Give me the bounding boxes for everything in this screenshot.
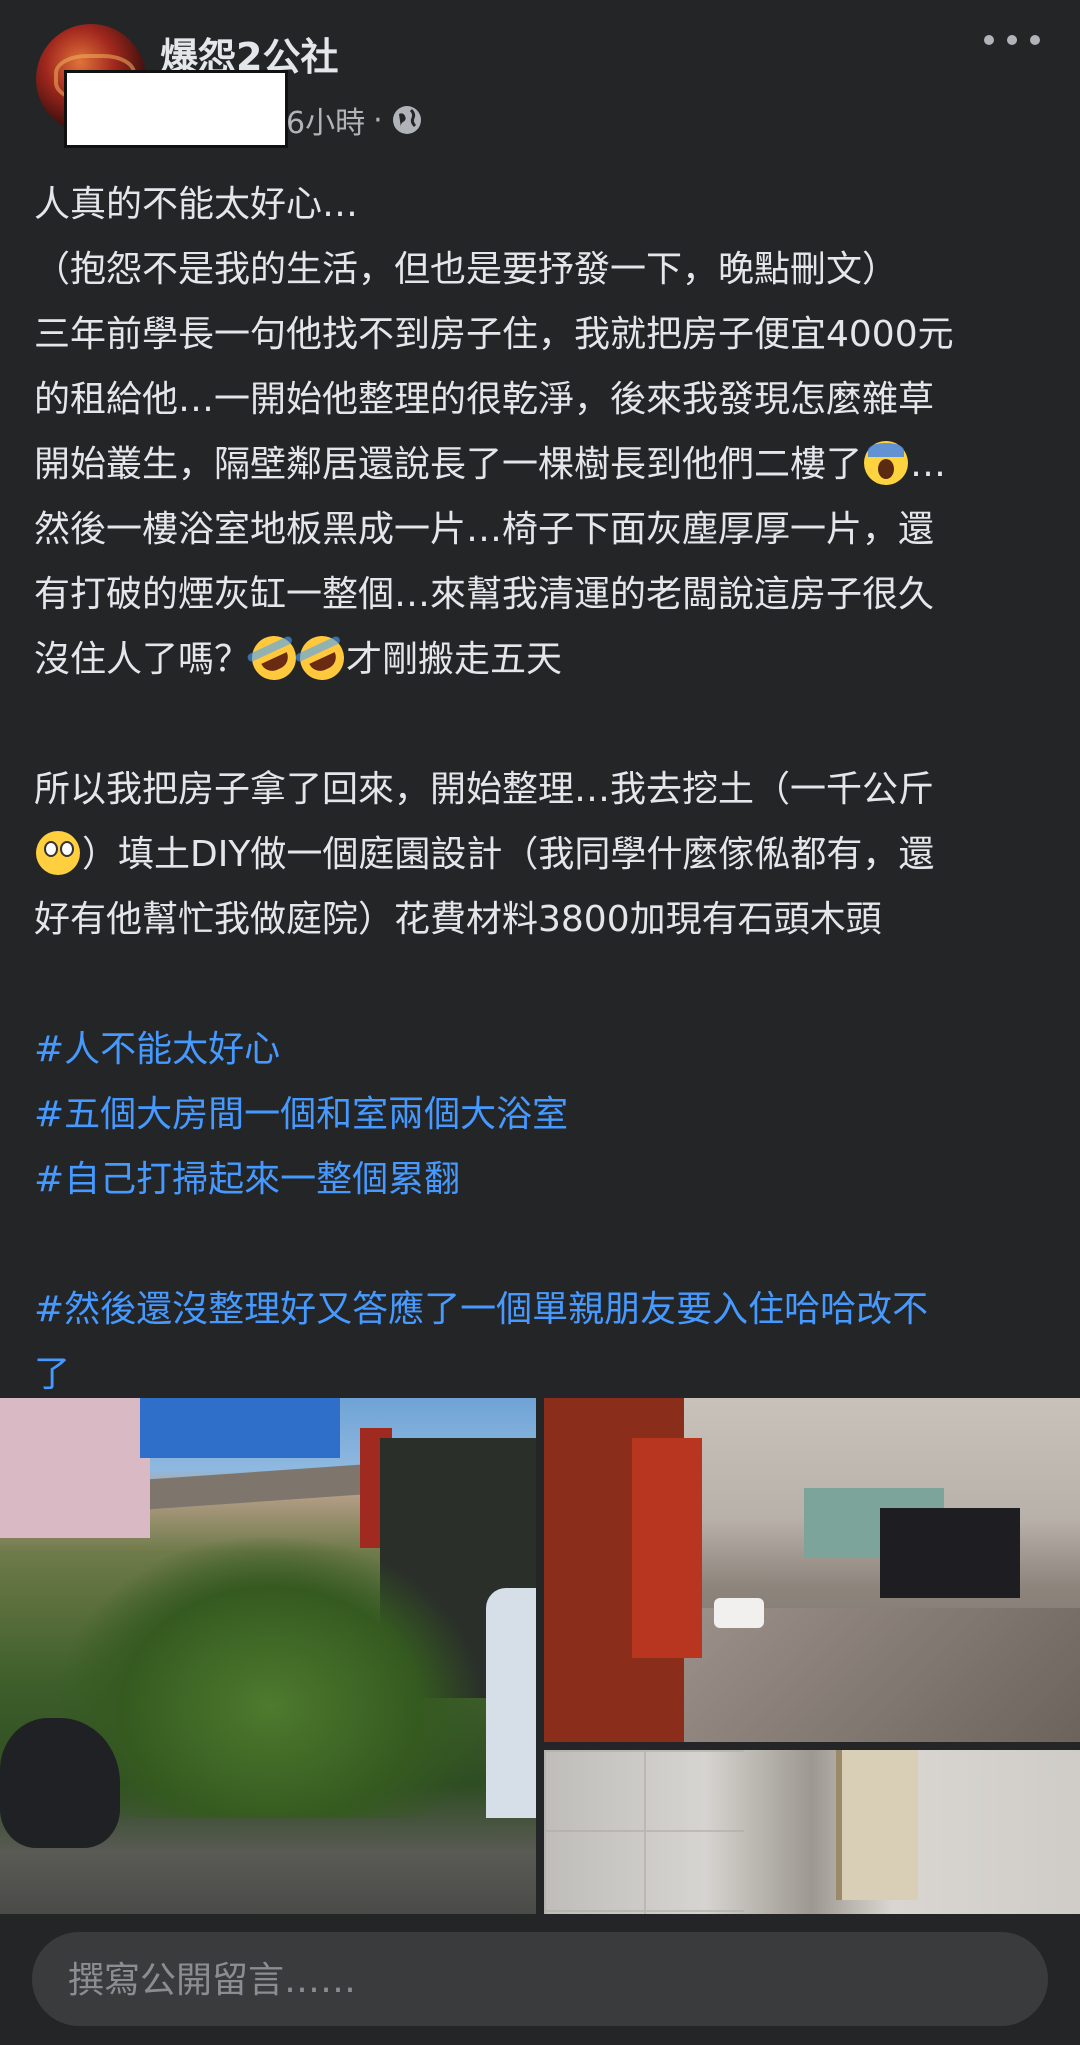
meta-separator: · <box>373 102 383 138</box>
dot <box>1007 35 1017 45</box>
body-line: 人真的不能太好心… <box>34 184 359 225</box>
body-text: … <box>910 444 947 485</box>
globe-icon <box>391 104 423 136</box>
dot <box>984 35 994 45</box>
post-time[interactable]: 6小時 <box>286 98 365 142</box>
hashtag-link[interactable]: #人不能太好心 <box>34 1017 1054 1082</box>
body-text: 才剛搬走五天 <box>346 639 563 680</box>
body-line: 所以我把房子拿了回來，開始整理…我去挖土（一千公斤 <box>34 769 935 810</box>
post-header: 爆怨2公社 6小時 · <box>0 0 1080 160</box>
photo-overgrown-yard[interactable] <box>0 1398 536 1914</box>
body-line: 的租給他…一開始他整理的很乾淨，後來我發現怎麼雜草 <box>34 379 935 420</box>
body-line: 三年前學長一句他找不到房子住，我就把房子便宜4000元 <box>34 314 954 355</box>
scream-emoji-icon <box>864 441 909 485</box>
comment-bar <box>32 1932 1048 2028</box>
body-text: 沒住人了嗎？ <box>34 639 251 680</box>
body-text: 開始叢生，隔壁鄰居還說長了一棵樹長到他們二樓了 <box>34 444 863 485</box>
rofl-emoji-icon <box>244 628 304 688</box>
hashtag-link[interactable]: #五個大房間一個和室兩個大浴室 <box>34 1082 1054 1147</box>
post-meta: 6小時 · <box>286 98 423 142</box>
comment-input[interactable] <box>66 1932 1010 2028</box>
body-line: 然後一樓浴室地板黑成一片…椅子下面灰塵厚厚一片，還 <box>34 509 935 550</box>
body-line: 好有他幫忙我做庭院）花費材料3800加現有石頭木頭 <box>34 899 882 940</box>
body-line: 開始叢生，隔壁鄰居還說長了一棵樹長到他們二樓了 … <box>34 432 1054 497</box>
body-line: 沒住人了嗎？ 才剛搬走五天 <box>34 627 1054 692</box>
body-line: ）填土DIY做一個庭園設計（我同學什麼傢俬都有，還 <box>34 822 1054 887</box>
more-options-icon[interactable] <box>984 20 1040 60</box>
body-text: ）填土DIY做一個庭園設計（我同學什麼傢俬都有，還 <box>82 834 935 875</box>
body-line: （抱怨不是我的生活，但也是要抒發一下，晚點刪文） <box>34 249 899 290</box>
dot <box>1030 35 1040 45</box>
redacted-author-name <box>64 70 288 148</box>
post-body: 人真的不能太好心… （抱怨不是我的生活，但也是要抒發一下，晚點刪文） 三年前學長… <box>34 172 1054 1407</box>
photo-living-room[interactable] <box>544 1398 1080 1742</box>
hashtag-link[interactable]: #然後還沒整理好又答應了一個單親朋友要入住哈哈改不 <box>34 1277 1054 1342</box>
hashtag-link[interactable]: #自己打掃起來一整個累翻 <box>34 1147 1054 1212</box>
rofl-emoji-icon <box>292 628 352 688</box>
eye-roll-emoji-icon <box>36 831 80 875</box>
body-line: 有打破的煙灰缸一整個…來幫我清運的老闆說這房子很久 <box>34 574 935 615</box>
photo-bathroom[interactable] <box>544 1750 1080 1914</box>
